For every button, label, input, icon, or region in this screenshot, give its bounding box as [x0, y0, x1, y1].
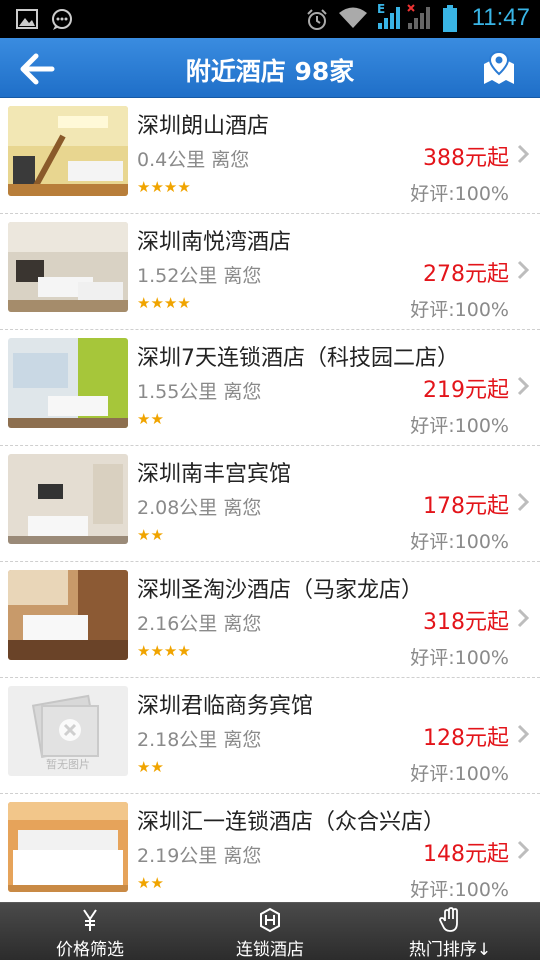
hotel-name: 深圳7天连锁酒店（科技园二店）	[137, 346, 459, 371]
yen-icon	[0, 907, 180, 933]
bottom-toolbar: 价格筛选 连锁酒店 热门排序↓	[0, 902, 540, 960]
map-button[interactable]	[482, 50, 516, 86]
popular-sort-button[interactable]: 热门排序↓	[360, 903, 540, 960]
image-icon	[16, 9, 38, 33]
battery-icon	[442, 5, 458, 37]
chevron-right-icon	[517, 260, 529, 280]
star-rating: ★★	[137, 874, 164, 892]
hotel-price: 388元起	[423, 146, 509, 171]
hand-icon	[360, 907, 540, 933]
hotel-price: 219元起	[423, 378, 509, 403]
hotel-distance: 0.4公里 离您	[137, 149, 250, 171]
hotel-list-item[interactable]: 深圳南丰宫宾馆 2.08公里 离您 ★★ 178元起 好评:100%	[0, 446, 540, 562]
hotel-thumbnail	[8, 106, 128, 196]
hotel-name: 深圳南悦湾酒店	[137, 230, 292, 255]
hotel-list-item[interactable]: 深圳汇一连锁酒店（众合兴店） 2.19公里 离您 ★★ 148元起 好评:100…	[0, 794, 540, 910]
hotel-review-score: 好评:100%	[410, 879, 509, 901]
hotel-review-score: 好评:100%	[410, 647, 509, 669]
hotel-distance: 1.52公里 离您	[137, 265, 262, 287]
hotel-thumbnail	[8, 222, 128, 312]
price-filter-label: 价格筛选	[56, 940, 124, 960]
hotel-distance: 2.19公里 离您	[137, 845, 262, 867]
hotel-name: 深圳朗山酒店	[137, 114, 270, 139]
chain-hotel-label: 连锁酒店	[236, 940, 304, 960]
header-bar: 附近酒店 98家	[0, 38, 540, 98]
hotel-review-score: 好评:100%	[410, 183, 509, 205]
hotel-list-item[interactable]: 深圳朗山酒店 0.4公里 离您 ★★★★ 388元起 好评:100%	[0, 98, 540, 214]
chevron-right-icon	[517, 144, 529, 164]
hotel-distance: 2.08公里 离您	[137, 497, 262, 519]
price-filter-button[interactable]: 价格筛选	[0, 903, 180, 960]
chevron-right-icon	[517, 724, 529, 744]
hotel-name: 深圳君临商务宾馆	[137, 694, 314, 719]
star-rating: ★★	[137, 758, 164, 776]
hotel-thumbnail	[8, 802, 128, 892]
star-rating: ★★★★	[137, 178, 191, 196]
chevron-right-icon	[517, 492, 529, 512]
hotel-name: 深圳汇一连锁酒店（众合兴店）	[137, 810, 446, 835]
hotel-review-score: 好评:100%	[410, 763, 509, 785]
alarm-icon	[305, 9, 329, 35]
hotel-distance: 2.18公里 离您	[137, 729, 262, 751]
hotel-name: 深圳南丰宫宾馆	[137, 462, 292, 487]
popular-sort-label: 热门排序↓	[408, 940, 492, 960]
hotel-thumbnail	[8, 454, 128, 544]
hotel-distance: 2.16公里 离您	[137, 613, 262, 635]
chat-icon	[50, 9, 74, 35]
hotel-badge-icon	[180, 907, 360, 933]
chevron-right-icon	[517, 840, 529, 860]
status-bar: E 11:47	[0, 0, 540, 38]
hotel-review-score: 好评:100%	[410, 531, 509, 553]
chevron-right-icon	[517, 376, 529, 396]
map-pin-icon	[484, 50, 514, 84]
star-rating: ★★	[137, 526, 164, 544]
star-rating: ★★	[137, 410, 164, 428]
hotel-thumbnail	[8, 570, 128, 660]
hotel-review-score: 好评:100%	[410, 299, 509, 321]
hotel-list-item[interactable]: 深圳7天连锁酒店（科技园二店） 1.55公里 离您 ★★ 219元起 好评:10…	[0, 330, 540, 446]
hotel-review-score: 好评:100%	[410, 415, 509, 437]
clock: 11:47	[471, 4, 530, 31]
star-rating: ★★★★	[137, 642, 191, 660]
hotel-list-item[interactable]: 深圳圣淘沙酒店（马家龙店） 2.16公里 离您 ★★★★ 318元起 好评:10…	[0, 562, 540, 678]
hotel-list-item[interactable]: 深圳南悦湾酒店 1.52公里 离您 ★★★★ 278元起 好评:100%	[0, 214, 540, 330]
hotel-thumbnail: 暂无图片	[8, 686, 128, 776]
hotel-thumbnail	[8, 338, 128, 428]
star-rating: ★★★★	[137, 294, 191, 312]
chevron-right-icon	[517, 608, 529, 628]
hotel-list-item[interactable]: 暂无图片 深圳君临商务宾馆 2.18公里 离您 ★★ 128元起 好评:100%	[0, 678, 540, 794]
network-type-label: E	[377, 2, 386, 16]
no-signal-icon	[406, 3, 434, 35]
chain-hotel-button[interactable]: 连锁酒店	[180, 903, 360, 960]
no-image-placeholder-text: 暂无图片	[46, 758, 90, 771]
hotel-list: 深圳朗山酒店 0.4公里 离您 ★★★★ 388元起 好评:100% 深圳南悦湾…	[0, 98, 540, 910]
hotel-name: 深圳圣淘沙酒店（马家龙店）	[137, 578, 424, 603]
hotel-price: 128元起	[423, 726, 509, 751]
wifi-icon	[338, 6, 368, 34]
hotel-distance: 1.55公里 离您	[137, 381, 262, 403]
hotel-price: 278元起	[423, 262, 509, 287]
page-title: 附近酒店 98家	[185, 57, 355, 86]
hotel-price: 178元起	[423, 494, 509, 519]
hotel-price: 318元起	[423, 610, 509, 635]
hotel-price: 148元起	[423, 842, 509, 867]
